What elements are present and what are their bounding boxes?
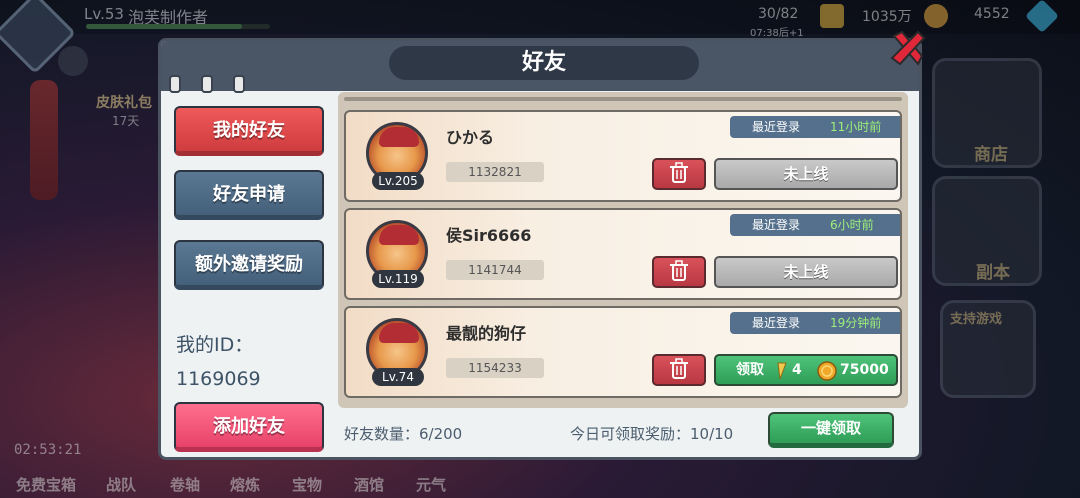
tab-my-friends[interactable]: 我的好友 (174, 106, 324, 156)
decoration-dot (201, 75, 213, 93)
trash-icon (670, 260, 688, 281)
gold-coin-icon (817, 361, 837, 381)
add-friend-button[interactable]: 添加好友 (174, 402, 324, 452)
claim-all-button[interactable]: 一键领取 (768, 412, 894, 448)
last-login-label: 最近登录 (752, 316, 801, 330)
friend-count: 好友数量：6/200 (344, 425, 463, 443)
last-login-time: 6小时前 (830, 218, 874, 232)
friend-id: 1154233 (446, 358, 544, 378)
offline-status-button[interactable]: 未上线 (714, 158, 898, 190)
friend-name: 侯Sir6666 (446, 226, 532, 245)
bottom-tab-treasure[interactable]: 宝物 (292, 474, 322, 495)
daily-rewards-count: 今日可领取奖励：10/10 (570, 425, 734, 443)
friend-name: 最靓的狗仔 (446, 324, 527, 343)
my-id-value: 1169069 (176, 368, 261, 390)
friend-card: Lv.205 ひかる 1132821 最近登录 11小时前 未上线 (344, 110, 902, 202)
trash-icon (670, 162, 688, 183)
last-login-time: 11小时前 (830, 120, 882, 134)
exp-bar (86, 24, 270, 29)
stamina-icon[interactable] (820, 4, 844, 28)
friend-level: Lv.74 (372, 368, 424, 386)
friend-id: 1141744 (446, 260, 544, 280)
friend-card: Lv.119 侯Sir6666 1141744 最近登录 6小时前 未上线 (344, 208, 902, 300)
stamina-icon (777, 362, 787, 380)
diamond-value: 4552 (974, 6, 1010, 22)
gold-coin-icon[interactable] (924, 4, 948, 28)
friend-id: 1132821 (446, 162, 544, 182)
dialog-title: 好友 (389, 46, 699, 80)
header-decoration-dots (169, 75, 265, 97)
last-login-label: 最近登录 (752, 120, 801, 134)
friend-name: ひかる (446, 128, 495, 147)
tab-invite-rewards[interactable]: 额外邀请奖励 (174, 240, 324, 290)
avatar-hat (379, 127, 419, 147)
list-top-rule (344, 97, 902, 101)
countdown-timer: 02:53:21 (14, 442, 82, 458)
stamina-value: 30/82 (758, 6, 799, 22)
firecracker-decoration (30, 80, 58, 200)
close-icon[interactable] (888, 28, 928, 68)
support-game-label: 支持游戏 (950, 312, 1003, 327)
avatar-hat (379, 225, 419, 245)
decoration-dot (169, 75, 181, 93)
claim-gift-button[interactable]: 领取 4 75000 (714, 354, 898, 386)
last-login-bar: 最近登录 11小时前 (730, 116, 900, 138)
friend-card: Lv.74 最靓的狗仔 1154233 最近登录 19分钟前 领取 4 7500… (344, 306, 902, 398)
tab-friend-requests[interactable]: 好友申请 (174, 170, 324, 220)
last-login-bar: 最近登录 19分钟前 (730, 312, 900, 334)
bottom-tab-tavern[interactable]: 酒馆 (354, 474, 384, 495)
claim-label: 领取 (736, 362, 764, 378)
decoration-dot (233, 75, 245, 93)
bottom-tab-smelt[interactable]: 熔炼 (230, 474, 260, 495)
delete-friend-button[interactable] (652, 158, 706, 190)
last-login-bar: 最近登录 6小时前 (730, 214, 900, 236)
delete-friend-button[interactable] (652, 256, 706, 288)
delete-friend-button[interactable] (652, 354, 706, 386)
trash-icon (670, 358, 688, 379)
bottom-tab-team[interactable]: 战队 (106, 474, 136, 495)
gold-value: 1035万 (862, 9, 912, 25)
last-login-label: 最近登录 (752, 218, 801, 232)
skin-gift-days: 17天 (112, 114, 140, 128)
bottom-tab-free-chest[interactable]: 免费宝箱 (16, 474, 76, 495)
bottom-tab-vitality[interactable]: 元气 (416, 474, 446, 495)
claim-stamina-count: 4 (792, 362, 802, 378)
dungeon-label: 副本 (976, 263, 1010, 283)
friend-level: Lv.205 (372, 172, 424, 190)
last-login-time: 19分钟前 (830, 316, 882, 330)
friend-level: Lv.119 (372, 270, 424, 288)
dialog-header: 好友 (161, 41, 919, 91)
my-id-label: 我的ID： (176, 334, 254, 356)
offline-status-button[interactable]: 未上线 (714, 256, 898, 288)
stamina-timer: 07:38后+1 (750, 28, 804, 39)
shop-label: 商店 (974, 145, 1008, 165)
exp-bar-fill (86, 24, 243, 29)
claim-gold-amount: 75000 (840, 362, 889, 378)
avatar-hat (379, 323, 419, 343)
bottom-tab-scroll[interactable]: 卷轴 (170, 474, 200, 495)
cloud-icon[interactable] (58, 46, 88, 76)
skin-gift-label: 皮肤礼包 (96, 95, 152, 111)
player-level: Lv.53 (84, 5, 124, 23)
